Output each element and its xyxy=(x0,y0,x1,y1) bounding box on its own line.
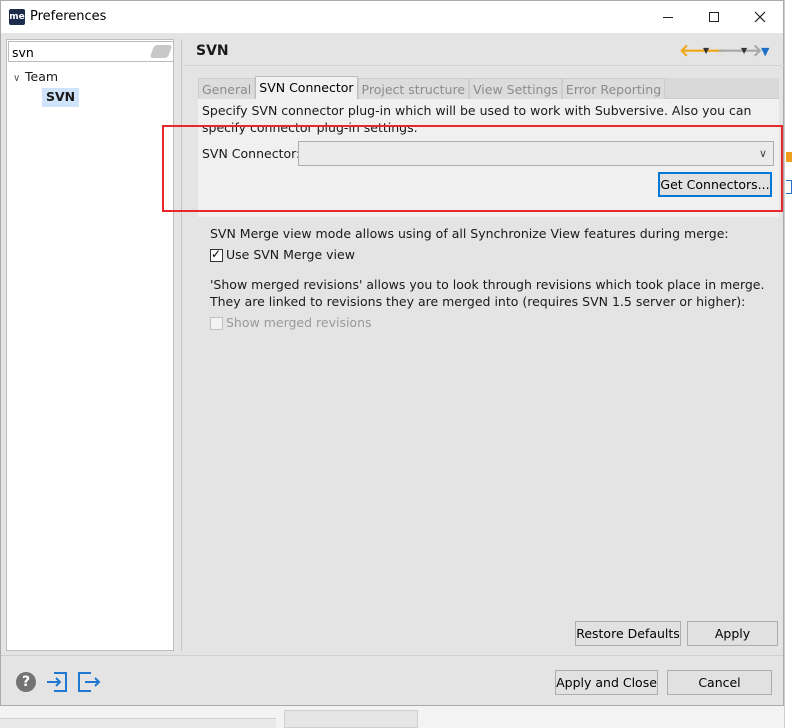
view-menu-icon[interactable]: ▼ xyxy=(761,45,769,58)
page-navigation: 🡐 ▼ 🡒 ▼ ▼ xyxy=(679,41,779,61)
export-icon[interactable] xyxy=(75,670,101,694)
clear-filter-icon[interactable] xyxy=(149,45,173,58)
use-svn-merge-view-label[interactable]: Use SVN Merge view xyxy=(226,247,355,262)
app-logo-icon: me xyxy=(9,9,25,25)
apply-button[interactable]: Apply xyxy=(687,621,778,646)
header-divider xyxy=(184,65,784,66)
filter-input[interactable]: svn xyxy=(8,41,174,62)
back-history-dropdown-icon[interactable]: ▼ xyxy=(703,46,709,55)
page-title: SVN xyxy=(196,43,229,59)
cancel-button[interactable]: Cancel xyxy=(667,670,772,695)
tab-project-structure[interactable]: Project structure xyxy=(357,78,470,100)
tab-strip: General SVN Connector Project structure … xyxy=(198,76,666,100)
minimize-icon xyxy=(663,16,673,18)
maximize-button[interactable] xyxy=(691,1,737,33)
show-merged-revisions-label: Show merged revisions xyxy=(226,315,372,330)
export-icon-graphic xyxy=(78,672,101,692)
preference-tree-pane: svn ∨ Team SVN xyxy=(6,39,174,651)
background-window-bottom xyxy=(0,706,784,728)
tab-view-settings[interactable]: View Settings xyxy=(469,78,562,100)
forward-arrow-icon[interactable]: 🡒 xyxy=(717,41,763,61)
close-icon xyxy=(754,11,766,23)
background-panel xyxy=(0,718,276,728)
background-window-edge xyxy=(784,0,792,728)
use-svn-merge-view-checkbox[interactable] xyxy=(210,247,223,262)
maximize-icon xyxy=(709,12,719,22)
apply-and-close-button[interactable]: Apply and Close xyxy=(555,670,658,695)
background-panel xyxy=(284,710,418,728)
tab-error-reporting[interactable]: Error Reporting xyxy=(561,78,666,100)
minimize-button[interactable] xyxy=(645,1,691,33)
background-blue-icon xyxy=(786,180,792,194)
tab-general[interactable]: General xyxy=(198,78,256,100)
highlight-annotation-box xyxy=(162,125,783,212)
tree-item-team-label: Team xyxy=(25,69,59,84)
import-icon[interactable] xyxy=(45,670,71,694)
window-title: Preferences xyxy=(30,9,107,24)
show-merged-revisions-checkbox xyxy=(210,317,223,330)
footer-divider xyxy=(1,655,783,656)
preferences-dialog: me Preferences svn ∨ Team SVN SVN 🡐 ▼ 🡒 ▼… xyxy=(0,0,784,706)
close-button[interactable] xyxy=(737,1,783,33)
background-orange-icon xyxy=(786,152,792,162)
restore-defaults-button[interactable]: Restore Defaults xyxy=(575,621,681,646)
background-app-icons xyxy=(786,130,792,200)
merged-revisions-description: 'Show merged revisions' allows you to lo… xyxy=(210,277,765,309)
tree-item-team[interactable]: ∨ Team xyxy=(13,69,58,84)
filter-input-value: svn xyxy=(12,45,34,60)
import-icon-graphic xyxy=(47,672,67,692)
tab-svn-connector[interactable]: SVN Connector xyxy=(255,76,358,100)
title-bar: me Preferences xyxy=(1,1,783,33)
merge-view-description: SVN Merge view mode allows using of all … xyxy=(210,226,729,241)
chevron-down-icon[interactable]: ∨ xyxy=(13,73,25,84)
forward-history-dropdown-icon[interactable]: ▼ xyxy=(741,46,747,55)
tree-item-svn[interactable]: SVN xyxy=(42,88,79,107)
help-icon[interactable]: ? xyxy=(16,672,36,692)
